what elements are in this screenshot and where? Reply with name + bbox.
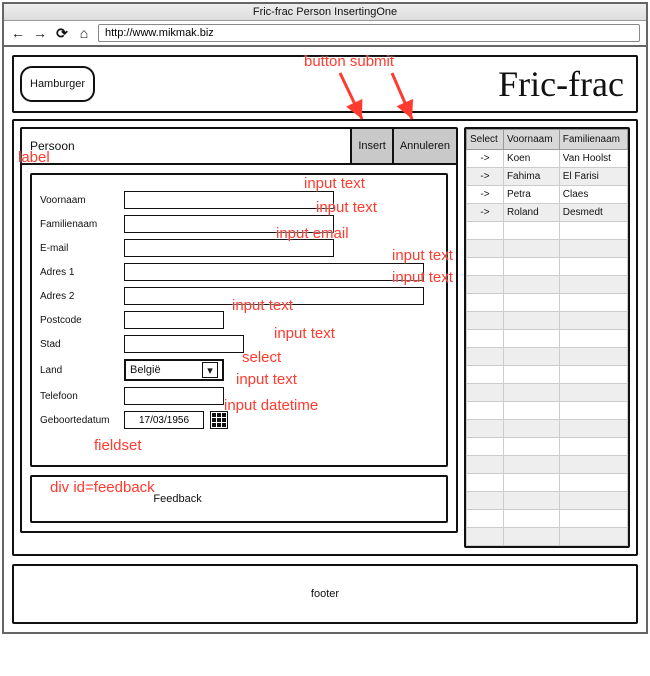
- postcode-input[interactable]: [124, 311, 224, 329]
- voornaam-input[interactable]: [124, 191, 334, 209]
- table-row[interactable]: ->KoenVan Hoolst: [467, 150, 628, 168]
- adres1-input[interactable]: [124, 263, 424, 281]
- app-brand: Fric-frac: [498, 63, 630, 105]
- stad-input[interactable]: [124, 335, 244, 353]
- content-area: Persoon Insert Annuleren Voornaam Famili…: [12, 119, 638, 556]
- table-row-empty: [467, 510, 628, 528]
- feedback-text: Feedback: [153, 493, 201, 505]
- table-row-empty: [467, 222, 628, 240]
- postcode-label: Postcode: [40, 315, 118, 326]
- table-row-empty: [467, 528, 628, 546]
- land-select-value: België: [130, 364, 161, 376]
- table-row-empty: [467, 492, 628, 510]
- window-title: Fric-frac Person InsertingOne: [4, 4, 646, 21]
- table-row-empty: [467, 366, 628, 384]
- email-label: E-mail: [40, 243, 118, 254]
- url-field[interactable]: [98, 24, 640, 42]
- telefoon-input[interactable]: [124, 387, 224, 405]
- table-row-empty: [467, 294, 628, 312]
- page-footer: footer: [12, 564, 638, 624]
- chevron-down-icon: ▾: [202, 362, 218, 378]
- panel-header: Persoon Insert Annuleren: [22, 129, 456, 165]
- person-panel: Persoon Insert Annuleren Voornaam Famili…: [20, 127, 458, 533]
- browser-window: Fric-frac Person InsertingOne ← → ⟳ ⌂ Ha…: [2, 2, 648, 634]
- cancel-button[interactable]: Annuleren: [392, 129, 456, 163]
- col-select: Select: [467, 130, 504, 150]
- familienaam-input[interactable]: [124, 215, 334, 233]
- familienaam-label: Familienaam: [40, 219, 118, 230]
- table-row-empty: [467, 456, 628, 474]
- insert-button[interactable]: Insert: [350, 129, 392, 163]
- forward-icon[interactable]: →: [32, 25, 48, 41]
- right-column: Select Voornaam Familienaam ->KoenVan Ho…: [464, 127, 630, 548]
- table-row-empty: [467, 438, 628, 456]
- table-row[interactable]: ->FahimaEl Farisi: [467, 168, 628, 186]
- telefoon-label: Telefoon: [40, 391, 118, 402]
- table-row-empty: [467, 276, 628, 294]
- col-familienaam: Familienaam: [559, 130, 627, 150]
- table-row-empty: [467, 312, 628, 330]
- table-row-empty: [467, 240, 628, 258]
- person-fieldset: Voornaam Familienaam E-mail Adres 1: [30, 173, 448, 467]
- table-row-empty: [467, 402, 628, 420]
- voornaam-label: Voornaam: [40, 195, 118, 206]
- table-row-empty: [467, 258, 628, 276]
- table-row-empty: [467, 348, 628, 366]
- table-row-empty: [467, 384, 628, 402]
- geboorte-input[interactable]: [124, 411, 204, 429]
- geboorte-label: Geboortedatum: [40, 415, 118, 426]
- panel-title: Persoon: [22, 129, 350, 163]
- table-row-empty: [467, 474, 628, 492]
- person-table: Select Voornaam Familienaam ->KoenVan Ho…: [466, 129, 628, 546]
- calendar-icon[interactable]: [210, 411, 228, 429]
- back-icon[interactable]: ←: [10, 25, 26, 41]
- table-row-empty: [467, 330, 628, 348]
- col-voornaam: Voornaam: [503, 130, 559, 150]
- email-input[interactable]: [124, 239, 334, 257]
- app-header: Hamburger Fric-frac: [12, 55, 638, 113]
- land-select[interactable]: België ▾: [124, 359, 224, 381]
- table-row-empty: [467, 420, 628, 438]
- feedback-box: pad Feedback: [30, 475, 448, 523]
- hamburger-button[interactable]: Hamburger: [20, 66, 95, 102]
- stad-label: Stad: [40, 339, 118, 350]
- left-column: Persoon Insert Annuleren Voornaam Famili…: [20, 127, 458, 548]
- home-icon[interactable]: ⌂: [76, 25, 92, 41]
- table-row[interactable]: ->PetraClaes: [467, 186, 628, 204]
- adres2-label: Adres 2: [40, 291, 118, 302]
- browser-toolbar: ← → ⟳ ⌂: [4, 21, 646, 47]
- reload-icon[interactable]: ⟳: [54, 25, 70, 41]
- table-row[interactable]: ->RolandDesmedt: [467, 204, 628, 222]
- adres1-label: Adres 1: [40, 267, 118, 278]
- page: Hamburger Fric-frac Persoon Insert Annul…: [4, 47, 646, 632]
- land-label: Land: [40, 365, 118, 376]
- adres2-input[interactable]: [124, 287, 424, 305]
